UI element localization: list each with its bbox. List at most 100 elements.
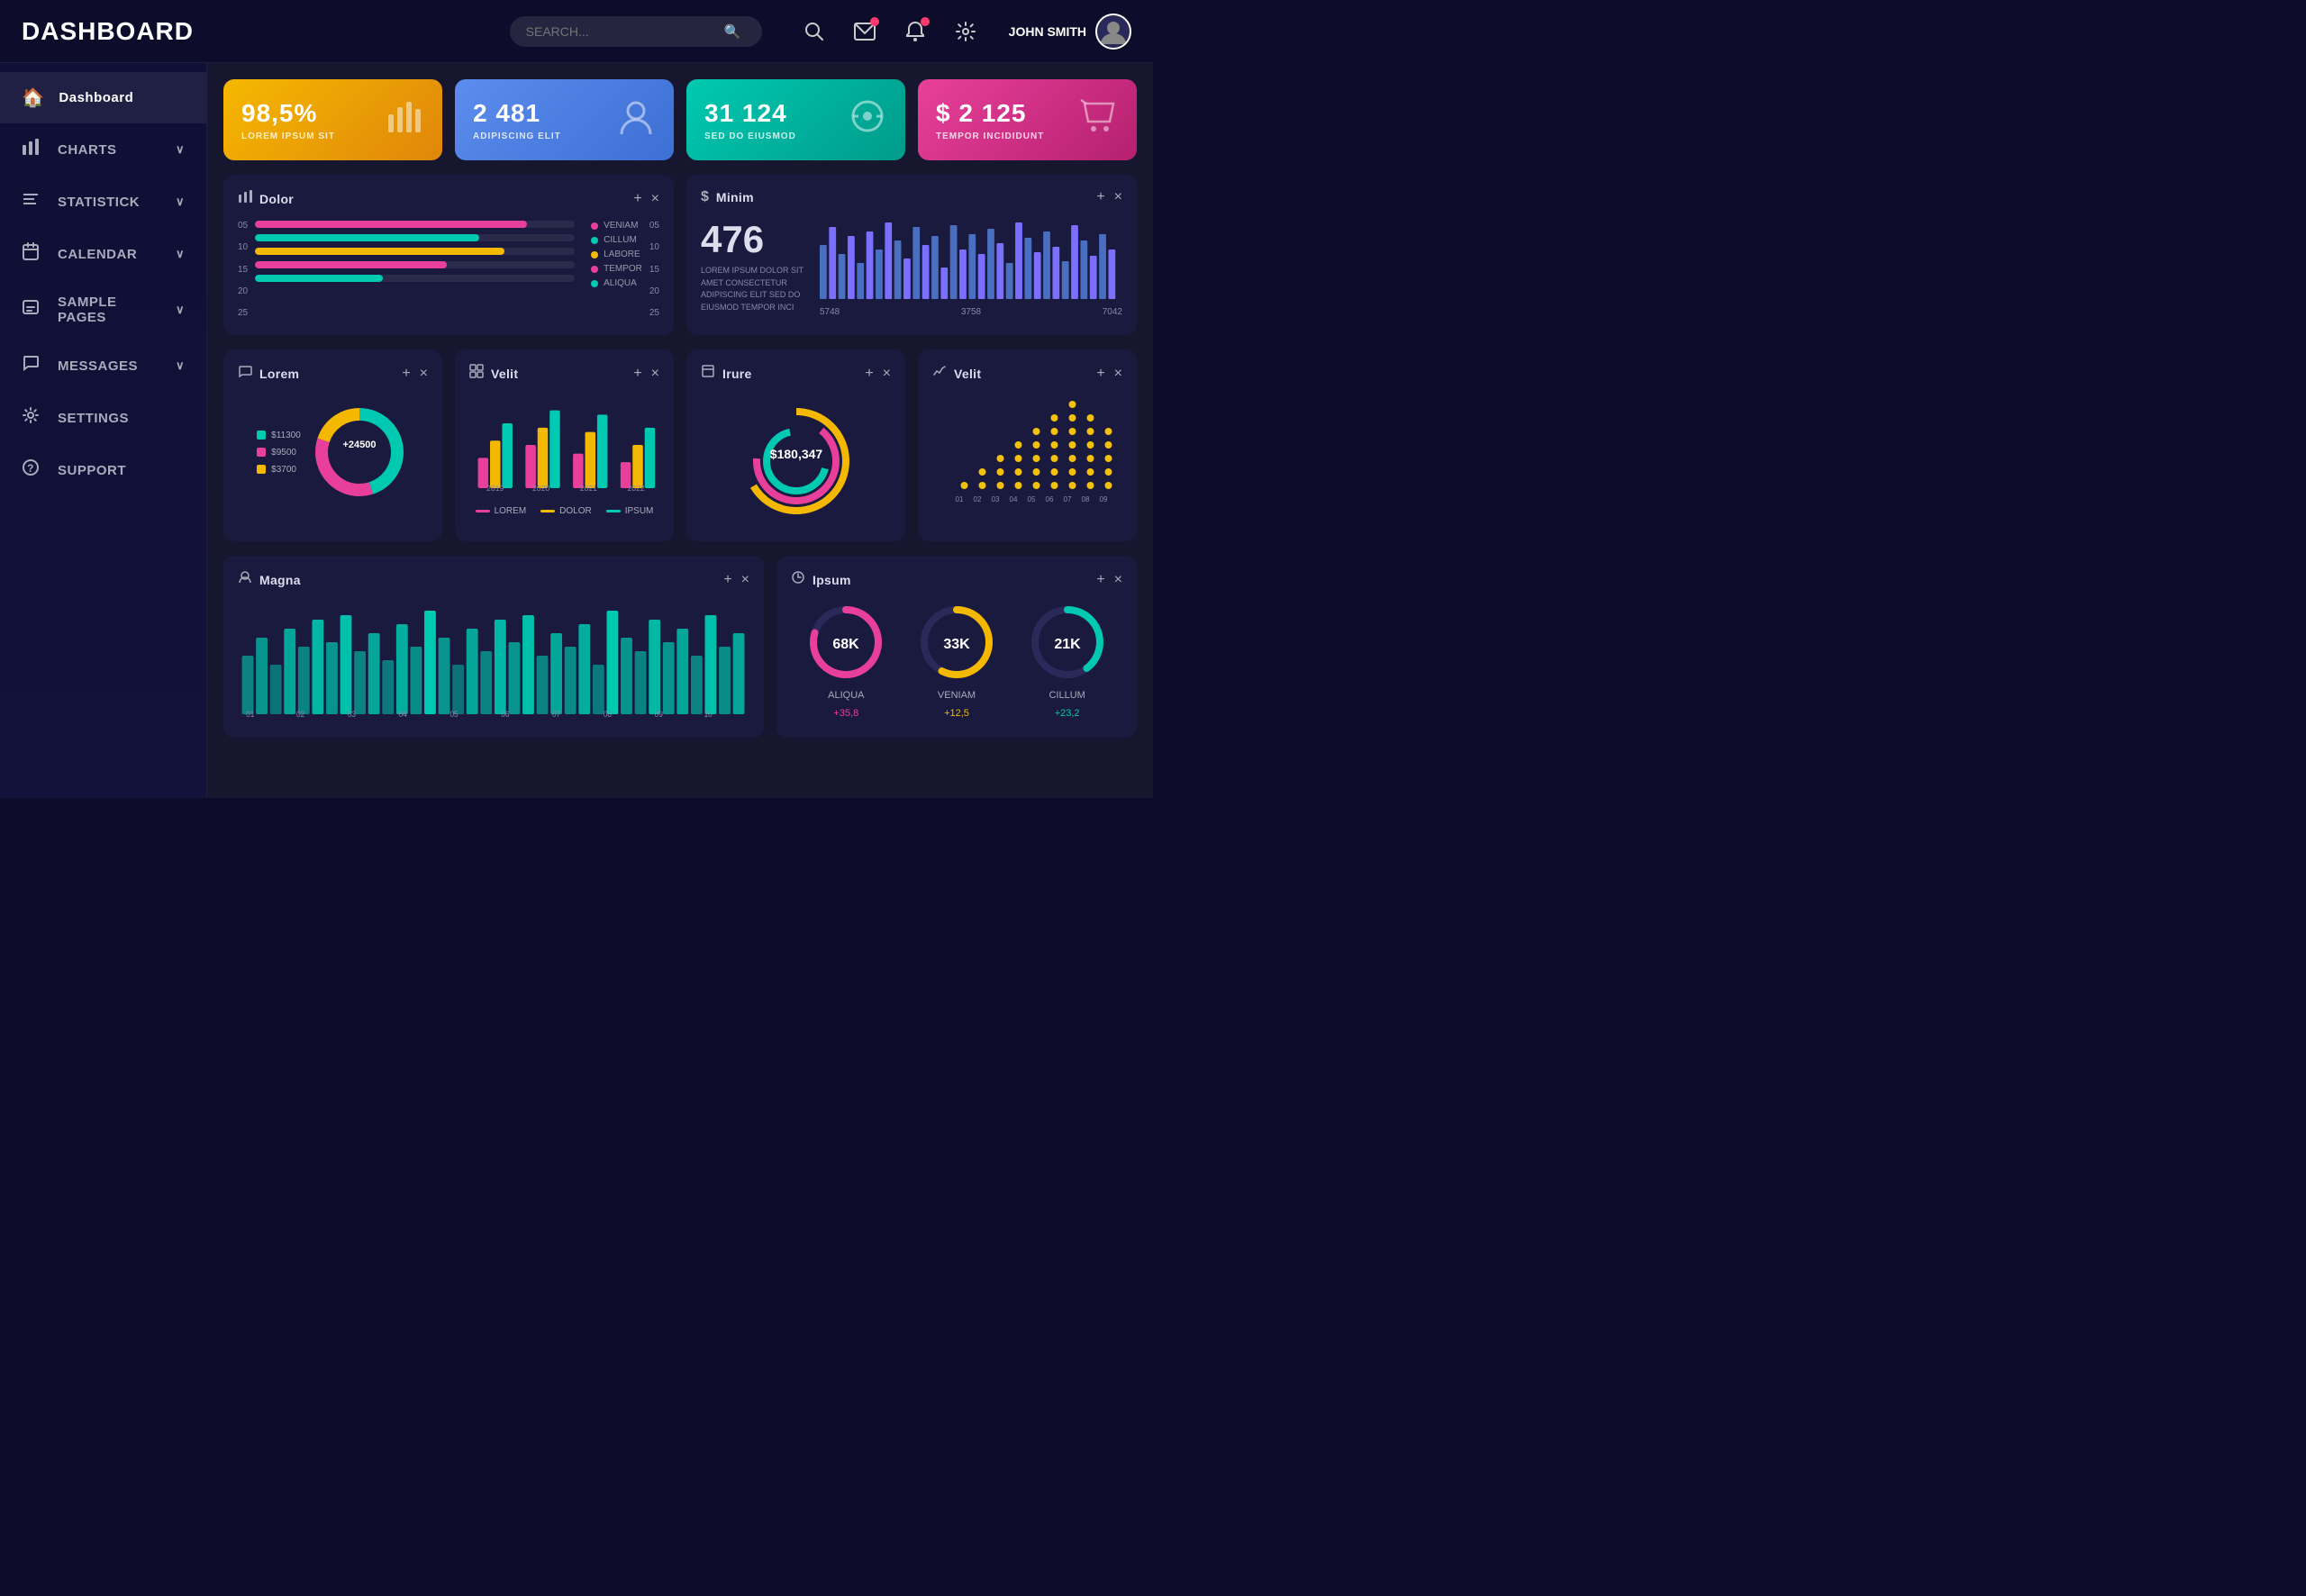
svg-text:2020: 2020 — [532, 484, 549, 493]
stat-cards: 98,5% LOREM IPSUM SIT 2 481 ADIPISCING E… — [223, 79, 1137, 160]
lorem-add[interactable]: + — [402, 366, 410, 382]
svg-text:$180,347: $180,347 — [769, 447, 822, 461]
magna-add[interactable]: + — [723, 572, 731, 588]
ipsum-title: Ipsum — [813, 573, 1089, 587]
svg-text:68K: 68K — [833, 637, 860, 652]
search-btn[interactable] — [798, 15, 831, 48]
velit-dot-add[interactable]: + — [1096, 366, 1104, 382]
svg-text:02: 02 — [296, 710, 304, 719]
stat-card-3: 31 124 SED DO EIUSMOD — [686, 79, 905, 160]
sample-pages-icon — [22, 298, 43, 322]
sidebar-item-statistick[interactable]: STATISTICK ∨ — [0, 176, 206, 228]
svg-text:04: 04 — [1010, 495, 1018, 503]
dolor-content: 2520151005 VENIAM CILLUM — [238, 221, 659, 320]
sidebar-item-messages[interactable]: MESSAGES ∨ — [0, 340, 206, 392]
ipsum-circles: 68K ALIQUA +35,8 33K VENIAM +12,5 — [791, 602, 1122, 719]
velit-dot-actions[interactable]: + × — [1096, 366, 1122, 382]
bell-btn[interactable] — [899, 15, 931, 48]
sidebar-item-sample-pages[interactable]: SAMPLE PAGES ∨ — [0, 280, 206, 340]
svg-text:08: 08 — [1082, 495, 1090, 503]
panel-minim: $ Minim + × 476 LOREM IPSUM DOLOR SIT AM… — [686, 175, 1137, 335]
magna-close[interactable]: × — [741, 572, 749, 588]
dolor-add[interactable]: + — [633, 191, 641, 207]
sidebar-item-settings[interactable]: SETTINGS — [0, 392, 206, 444]
search-input[interactable] — [526, 24, 724, 39]
svg-text:02: 02 — [974, 495, 982, 503]
ipsum-close[interactable]: × — [1114, 572, 1122, 588]
minim-body: 476 LOREM IPSUM DOLOR SIT AMET CONSECTET… — [701, 218, 1122, 321]
velit-bar-close[interactable]: × — [651, 366, 659, 382]
irure-close[interactable]: × — [883, 366, 891, 382]
stat-icon-3 — [848, 96, 887, 144]
sidebar-label-sample-pages: SAMPLE PAGES — [58, 295, 161, 325]
minim-header: $ Minim + × — [701, 189, 1122, 205]
velit-dot-close[interactable]: × — [1114, 366, 1122, 382]
irure-add[interactable]: + — [865, 366, 873, 382]
svg-text:+24500: +24500 — [342, 440, 376, 450]
minim-actions[interactable]: + × — [1096, 189, 1122, 205]
app-title: DASHBOARD — [22, 17, 194, 46]
dolor-close[interactable]: × — [651, 191, 659, 207]
circle-label-aliqua: ALIQUA — [828, 690, 864, 701]
irure-icon — [701, 364, 715, 383]
svg-text:07: 07 — [1064, 495, 1072, 503]
sidebar-label-dashboard: Dashboard — [59, 90, 133, 105]
minim-title: Minim — [716, 190, 1089, 204]
settings-btn[interactable] — [949, 15, 982, 48]
svg-text:03: 03 — [992, 495, 1000, 503]
velit-bar-chart: 2019 2020 2021 2022 LOREM DOLOR IPSUM — [469, 395, 659, 516]
dolor-actions[interactable]: + × — [633, 191, 659, 207]
velit-dot-title: Velit — [954, 367, 1089, 381]
lorem-icon — [238, 364, 252, 383]
content-area: 98,5% LOREM IPSUM SIT 2 481 ADIPISCING E… — [207, 63, 1153, 798]
ipsum-add[interactable]: + — [1096, 572, 1104, 588]
svg-text:01: 01 — [956, 495, 964, 503]
sidebar-label-support: SUPPORT — [58, 463, 126, 478]
svg-text:2019: 2019 — [486, 484, 504, 493]
sidebar-item-charts[interactable]: CHARTS ∨ — [0, 123, 206, 176]
minim-add[interactable]: + — [1096, 189, 1104, 205]
lorem-chart: $11300 $9500 $3700 +24 — [238, 395, 428, 509]
svg-text:2022: 2022 — [628, 484, 645, 493]
ipsum-actions[interactable]: + × — [1096, 572, 1122, 588]
lorem-actions[interactable]: + × — [402, 366, 428, 382]
stat-card-2: 2 481 ADIPISCING ELIT — [455, 79, 674, 160]
sidebar-item-dashboard[interactable]: 🏠 Dashboard — [0, 72, 206, 123]
header: DASHBOARD 🔍 JOHN SMITH — [0, 0, 1153, 63]
magna-actions[interactable]: + × — [723, 572, 749, 588]
irure-chart: $180,347 — [701, 395, 891, 527]
irure-actions[interactable]: + × — [865, 366, 891, 382]
svg-text:04: 04 — [399, 710, 407, 719]
svg-text:06: 06 — [501, 710, 509, 719]
row-charts: Lorem + × $11300 $9500 $3700 — [223, 349, 1137, 541]
minim-close[interactable]: × — [1114, 189, 1122, 205]
panel-dolor: Dolor + × 2520151005 — [223, 175, 674, 335]
svg-text:05: 05 — [449, 710, 458, 719]
dolor-yaxis: 2520151005 — [238, 221, 248, 320]
lorem-close[interactable]: × — [420, 366, 428, 382]
panel-velit-dot: Velit + × — [918, 349, 1137, 541]
chevron-sample-pages: ∨ — [176, 303, 185, 317]
row-magna-ipsum: Magna + × — [223, 556, 1137, 738]
velit-bar-add[interactable]: + — [633, 366, 641, 382]
irure-title: Irure — [722, 367, 858, 381]
panel-ipsum: Ipsum + × 68K ALIQUA — [776, 556, 1137, 738]
stat-card-1: 98,5% LOREM IPSUM SIT — [223, 79, 442, 160]
velit-bar-icon — [469, 364, 484, 383]
minim-number: 476 — [701, 218, 809, 261]
mail-btn[interactable] — [849, 15, 881, 48]
sidebar-item-calendar[interactable]: CALENDAR ∨ — [0, 228, 206, 280]
svg-text:2021: 2021 — [580, 484, 597, 493]
dolor-icon — [238, 189, 252, 208]
magna-chart: 01 02 03 04 05 06 07 08 09 10 — [238, 602, 749, 719]
irure-header: Irure + × — [701, 364, 891, 383]
sidebar-item-support[interactable]: ? SUPPORT — [0, 444, 206, 496]
search-bar[interactable]: 🔍 — [510, 16, 762, 47]
chevron-charts: ∨ — [176, 142, 185, 157]
svg-text:01: 01 — [246, 710, 254, 719]
mail-badge — [870, 17, 879, 26]
dolor-title: Dolor — [259, 192, 626, 206]
minim-desc: LOREM IPSUM DOLOR SIT AMET CONSECTETUR A… — [701, 265, 809, 313]
sidebar: 🏠 Dashboard CHARTS ∨ STATISTICK ∨ CALEND… — [0, 63, 207, 798]
velit-bar-actions[interactable]: + × — [633, 366, 659, 382]
